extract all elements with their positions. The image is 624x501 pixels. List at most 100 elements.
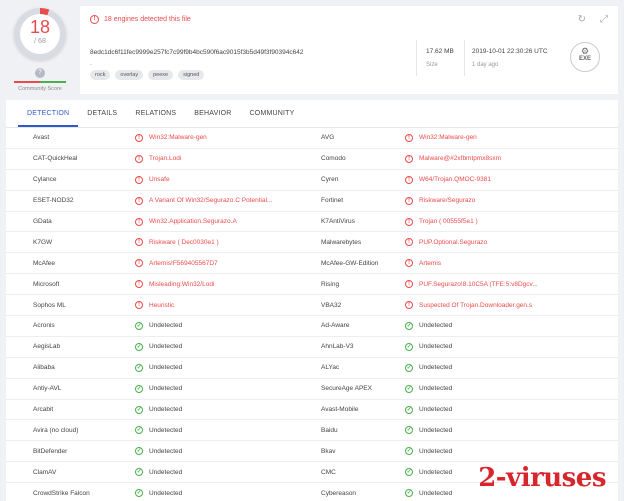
engine-name: BitDefender — [33, 447, 68, 455]
engine-name: Ad-Aware — [321, 322, 350, 330]
expand-icon[interactable]: ⤢ — [600, 14, 608, 25]
check-circle-icon: ✓ — [405, 321, 413, 330]
tab-relations[interactable]: RELATIONS — [126, 100, 185, 127]
alert-icon: ! — [405, 301, 413, 310]
tag-chip[interactable]: rock — [90, 70, 111, 80]
result-cell: ✓ Undetected — [399, 363, 618, 372]
table-row: Arcabit ✓ Undetected Avast-Mobile ✓ Undetecte… — [6, 400, 618, 421]
watermark-logo: 2-viruses — [478, 463, 606, 493]
result-cell: ✓ Undetected — [399, 342, 618, 351]
table-row: CAT-QuickHeal! Trojan.Lodi Comodo! Malware@… — [6, 149, 618, 170]
tab-community[interactable]: COMMUNITY — [241, 100, 304, 127]
table-row: K7GW! Riskware ( Dec0030e1 ) Malwarebytes!… — [6, 232, 618, 254]
header-actions: ↻ ⤢ — [578, 14, 608, 25]
divider — [416, 40, 417, 76]
check-circle-icon: ✓ — [405, 405, 413, 414]
result-cell: ✓ Undetected — [110, 447, 295, 456]
result-cell: ✓ Undetected — [110, 384, 295, 393]
check-circle-icon: ✓ — [405, 468, 413, 477]
detection-result: Undetected — [419, 364, 453, 372]
divider — [464, 40, 465, 76]
detection-result[interactable]: Heuristic — [149, 302, 174, 309]
engine-name: AhnLab-V3 — [321, 343, 354, 351]
table-row: ESET-NOD32! A Variant Of Win32/Segurazo.C… — [6, 191, 618, 212]
engine-name: Malwarebytes — [321, 238, 362, 246]
detection-result[interactable]: Win32:Malware-gen — [149, 134, 207, 141]
detection-result[interactable]: Artemis!F569405567D7 — [149, 260, 218, 267]
detection-result: Undetected — [149, 447, 183, 455]
engine-name: SecureAge APEX — [321, 385, 372, 393]
alert-icon: ! — [135, 133, 143, 142]
alert-icon: ! — [90, 15, 99, 24]
detection-result[interactable]: W64/Trojan.QMOC-9381 — [419, 176, 491, 183]
engine-name: Cybereason — [321, 489, 357, 497]
file-summary-panel: ! 18 engines detected this file ↻ ⤢ 8edc… — [80, 6, 618, 94]
file-type-label: EXE — [578, 56, 591, 62]
check-circle-icon: ✓ — [405, 426, 413, 435]
detection-result[interactable]: PUP.Optional.Segurazo — [419, 239, 487, 246]
detection-result: Undetected — [149, 343, 183, 351]
alert-icon: ! — [135, 259, 143, 268]
check-circle-icon: ✓ — [135, 447, 143, 456]
detection-result[interactable]: Win32:Malware-gen — [419, 134, 477, 141]
result-cell: ✓ Undetected — [110, 321, 295, 330]
alert-icon: ! — [405, 133, 413, 142]
detection-result[interactable]: A Variant Of Win32/Segurazo.C Potential.… — [149, 197, 272, 204]
detection-result[interactable]: PUF.Segurazo!8.10C5A (TFE:5:v8Dgcv... — [419, 281, 538, 288]
detection-result: Undetected — [419, 468, 453, 476]
tag-chip[interactable]: overlay — [115, 70, 144, 80]
detection-result[interactable]: Artemis — [419, 260, 441, 267]
alert-icon: ! — [135, 196, 143, 205]
tab-details[interactable]: DETAILS — [78, 100, 126, 127]
detection-result[interactable]: Misleading:Win32/Lodi — [149, 281, 214, 288]
result-cell: ! Malware@#2xfbmtpmx8sxm — [399, 154, 618, 163]
file-hash[interactable]: 8edc1dc6f11fec9999e257fc7c99f9b4bc590f6a… — [90, 49, 303, 56]
detection-result: Undetected — [419, 322, 453, 330]
result-cell: ✓ Undetected — [399, 384, 618, 393]
result-cell: ! PUF.Segurazo!8.10C5A (TFE:5:v8Dgcv... — [399, 280, 618, 289]
alert-icon: ! — [135, 238, 143, 247]
alert-icon: ! — [135, 301, 143, 310]
detection-result[interactable]: Trojan ( 00555f5e1 ) — [419, 218, 478, 225]
file-type-icon: ⚙ EXE — [570, 42, 600, 72]
report-tabs: DETECTION DETAILS RELATIONS BEHAVIOR COM… — [6, 100, 618, 128]
table-row: Cylance! Unsafe Cyren! W64/Trojan.QMOC-9381 — [6, 170, 618, 191]
refresh-icon[interactable]: ↻ — [578, 14, 586, 25]
tab-behavior[interactable]: BEHAVIOR — [185, 100, 240, 127]
result-cell: ! Riskware ( Dec0030e1 ) — [110, 238, 295, 247]
result-cell: ! Win32.Application.Segurazo.A — [110, 217, 295, 226]
table-row: McAfee! Artemis!F569405567D7 McAfee-GW-Edi… — [6, 253, 618, 275]
detection-result[interactable]: Riskware/Segurazo — [419, 197, 475, 204]
tab-detection[interactable]: DETECTION — [18, 100, 79, 127]
check-circle-icon: ✓ — [135, 342, 143, 351]
alert-text: 18 engines detected this file — [104, 16, 191, 23]
detection-result[interactable]: Win32.Application.Segurazo.A — [149, 218, 237, 225]
table-row: Microsoft! Misleading:Win32/Lodi Rising! PU… — [6, 274, 618, 296]
result-cell: ! Artemis!F569405567D7 — [110, 259, 295, 268]
result-cell: ✓ Undetected — [110, 489, 295, 498]
engine-name: Cylance — [33, 176, 57, 184]
engine-name: ALYac — [321, 364, 340, 372]
tag-chip[interactable]: peexe — [148, 70, 174, 80]
check-circle-icon: ✓ — [135, 426, 143, 435]
detection-result[interactable]: Suspected Of Trojan.Downloader.gen.s — [419, 302, 532, 309]
engine-name: Comodo — [321, 155, 346, 163]
detection-result[interactable]: Trojan.Lodi — [149, 155, 181, 162]
result-cell: ! Heuristic — [110, 301, 295, 310]
result-cell: ! Misleading:Win32/Lodi — [110, 280, 295, 289]
alert-icon: ! — [405, 196, 413, 205]
engine-name: CrowdStrike Falcon — [33, 489, 90, 497]
detection-result[interactable]: Unsafe — [149, 176, 170, 183]
analysis-date-value: 2019-10-01 22:30:26 UTC — [472, 48, 548, 55]
detection-result: Undetected — [419, 447, 453, 455]
detection-result[interactable]: Riskware ( Dec0030e1 ) — [149, 239, 219, 246]
engine-name: Microsoft — [33, 280, 60, 288]
detection-result[interactable]: Malware@#2xfbmtpmx8sxm — [419, 155, 501, 162]
result-cell: ✓ Undetected — [110, 342, 295, 351]
engine-name: McAfee — [33, 259, 56, 267]
result-cell: ! Riskware/Segurazo — [399, 196, 618, 205]
community-score-badge[interactable]: ? — [35, 68, 45, 78]
detection-ring-center: 18 / 68 — [20, 14, 60, 54]
table-row: Sophos ML! Heuristic VBA32! Suspected Of Tr… — [6, 295, 618, 317]
tag-chip[interactable]: signed — [178, 70, 205, 80]
